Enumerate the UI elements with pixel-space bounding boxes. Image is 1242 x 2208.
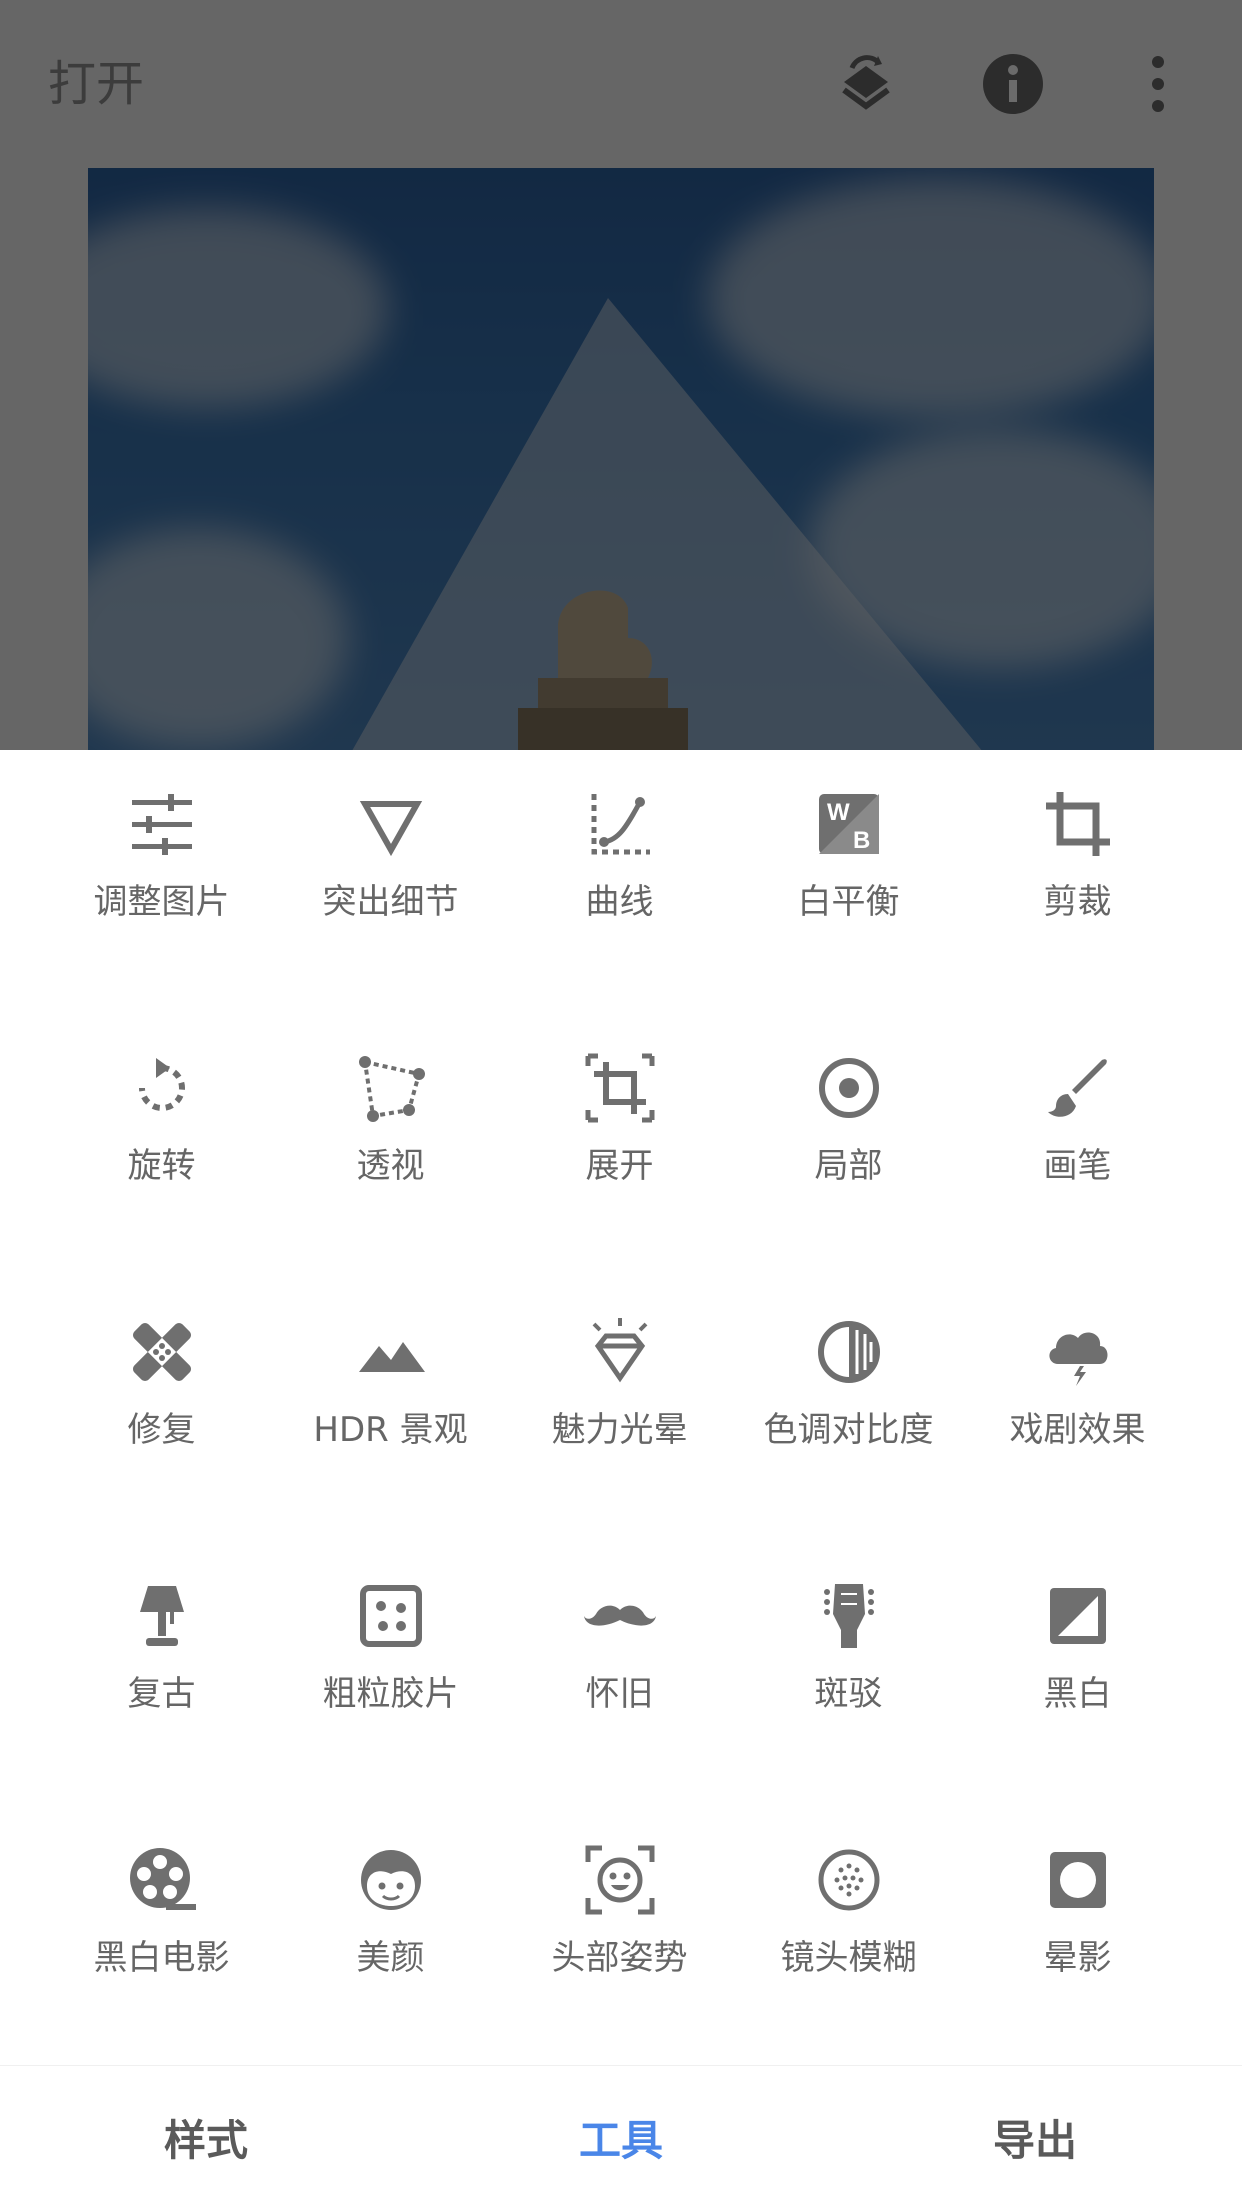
grainy-film-icon bbox=[359, 1585, 422, 1647]
tool-label: HDR 景观 bbox=[313, 1410, 468, 1450]
tab-styles[interactable]: 样式 bbox=[56, 2066, 356, 2208]
more-vert-icon bbox=[1152, 56, 1164, 112]
tool-label: 画笔 bbox=[1043, 1146, 1112, 1186]
tool-label: 头部姿势 bbox=[551, 1938, 688, 1978]
svg-text:W: W bbox=[827, 799, 850, 826]
layers-icon bbox=[842, 55, 890, 110]
tool-label: 修复 bbox=[127, 1410, 196, 1450]
tool-label: 展开 bbox=[585, 1146, 654, 1186]
tool-label: 色调对比度 bbox=[763, 1410, 934, 1450]
selective-icon bbox=[818, 1058, 879, 1118]
tools-grid: 调整图片 突出细节 曲线 W B 白平衡 剪裁 旋转 透视 展开 局部 画笔 修… bbox=[0, 750, 1242, 2070]
tool-brush[interactable]: 画笔 bbox=[963, 1014, 1192, 1278]
expand-icon bbox=[585, 1053, 654, 1123]
tool-label: 调整图片 bbox=[93, 882, 230, 922]
info-icon bbox=[983, 54, 1043, 114]
tool-label: 怀旧 bbox=[585, 1674, 654, 1714]
tool-grainy-film[interactable]: 粗粒胶片 bbox=[276, 1542, 505, 1806]
tool-label: 透视 bbox=[356, 1146, 425, 1186]
tool-label: 白平衡 bbox=[797, 882, 900, 922]
healing-icon bbox=[132, 1322, 191, 1382]
white-balance-icon: W B bbox=[818, 794, 879, 854]
tool-head-pose[interactable]: 头部姿势 bbox=[505, 1806, 734, 2070]
grunge-guitar-icon bbox=[823, 1584, 874, 1648]
tool-drama[interactable]: 戏剧效果 bbox=[963, 1278, 1192, 1542]
vintage-lamp-icon bbox=[139, 1586, 184, 1646]
retrolux-mustache-icon bbox=[583, 1605, 656, 1626]
tool-selective[interactable]: 局部 bbox=[734, 1014, 963, 1278]
portrait-face-icon bbox=[360, 1850, 421, 1910]
lens-blur-icon bbox=[818, 1849, 879, 1911]
tool-grunge[interactable]: 斑驳 bbox=[734, 1542, 963, 1806]
tool-healing[interactable]: 修复 bbox=[47, 1278, 276, 1542]
tool-label: 突出细节 bbox=[322, 882, 459, 922]
tab-tools[interactable]: 工具 bbox=[471, 2066, 771, 2208]
tab-export[interactable]: 导出 bbox=[885, 2066, 1185, 2208]
details-icon bbox=[359, 801, 422, 857]
tool-vignette[interactable]: 晕影 bbox=[963, 1806, 1192, 2070]
tool-retrolux[interactable]: 怀旧 bbox=[505, 1542, 734, 1806]
tool-tonal-contrast[interactable]: 色调对比度 bbox=[734, 1278, 963, 1542]
tool-label: 黑白 bbox=[1043, 1674, 1112, 1714]
vignette-icon bbox=[1049, 1852, 1106, 1908]
tool-label: 旋转 bbox=[127, 1146, 196, 1186]
layers-button[interactable] bbox=[826, 44, 906, 124]
head-pose-icon bbox=[585, 1845, 654, 1915]
tool-label: 戏剧效果 bbox=[1009, 1410, 1146, 1450]
tool-label: 曲线 bbox=[585, 882, 654, 922]
tool-rotate[interactable]: 旋转 bbox=[47, 1014, 276, 1278]
more-options-button[interactable] bbox=[1118, 44, 1198, 124]
tool-label: 斑驳 bbox=[814, 1674, 883, 1714]
tool-perspective[interactable]: 透视 bbox=[276, 1014, 505, 1278]
tool-black-white[interactable]: 黑白 bbox=[963, 1542, 1192, 1806]
tool-white-balance[interactable]: W B 白平衡 bbox=[734, 750, 963, 1014]
rotate-icon bbox=[138, 1058, 185, 1111]
tool-details[interactable]: 突出细节 bbox=[276, 750, 505, 1014]
tool-label: 黑白电影 bbox=[93, 1938, 230, 1978]
tool-curves[interactable]: 曲线 bbox=[505, 750, 734, 1014]
tool-hdr-landscape[interactable]: HDR 景观 bbox=[276, 1278, 505, 1542]
tool-portrait[interactable]: 美颜 bbox=[276, 1806, 505, 2070]
tool-noir[interactable]: 黑白电影 bbox=[47, 1806, 276, 2070]
screen: 打开 调整图片 突出细节 曲线 W B 白平衡 剪裁 旋转 透视 展开 局部 画… bbox=[0, 0, 1242, 2208]
tonal-contrast-icon bbox=[817, 1321, 880, 1383]
black-white-icon bbox=[1049, 1588, 1106, 1644]
tool-label: 局部 bbox=[814, 1146, 883, 1186]
bottom-navigation: 样式 工具 导出 bbox=[0, 2066, 1242, 2208]
tool-glamour-glow[interactable]: 魅力光晕 bbox=[505, 1278, 734, 1542]
crop-icon bbox=[1045, 792, 1110, 856]
tune-icon bbox=[131, 794, 192, 855]
open-button[interactable]: 打开 bbox=[48, 52, 144, 116]
tool-vintage[interactable]: 复古 bbox=[47, 1542, 276, 1806]
tool-label: 魅力光晕 bbox=[551, 1410, 688, 1450]
app-bar: 打开 bbox=[0, 0, 1242, 168]
tool-label: 复古 bbox=[127, 1674, 196, 1714]
tool-tune-image[interactable]: 调整图片 bbox=[47, 750, 276, 1014]
hdr-landscape-icon bbox=[358, 1342, 425, 1372]
tool-label: 粗粒胶片 bbox=[322, 1674, 459, 1714]
info-button[interactable] bbox=[973, 44, 1053, 124]
tool-expand[interactable]: 展开 bbox=[505, 1014, 734, 1278]
tools-sheet: 调整图片 突出细节 曲线 W B 白平衡 剪裁 旋转 透视 展开 局部 画笔 修… bbox=[0, 750, 1242, 2066]
tool-label: 镜头模糊 bbox=[780, 1938, 917, 1978]
curves-icon bbox=[591, 794, 650, 855]
tool-crop[interactable]: 剪裁 bbox=[963, 750, 1192, 1014]
editor-top: 打开 bbox=[0, 0, 1242, 750]
perspective-icon bbox=[358, 1056, 425, 1122]
drama-icon bbox=[1048, 1332, 1107, 1386]
glamour-glow-icon bbox=[592, 1318, 647, 1383]
tool-lens-blur[interactable]: 镜头模糊 bbox=[734, 1806, 963, 2070]
svg-text:B: B bbox=[853, 827, 870, 854]
noir-film-reel-icon bbox=[129, 1848, 196, 1910]
tool-label: 晕影 bbox=[1043, 1938, 1112, 1978]
brush-icon bbox=[1047, 1059, 1107, 1117]
tool-label: 剪裁 bbox=[1043, 882, 1112, 922]
tool-label: 美颜 bbox=[356, 1938, 425, 1978]
